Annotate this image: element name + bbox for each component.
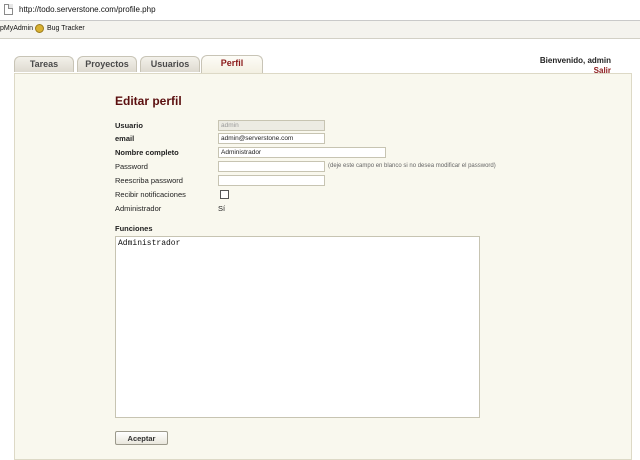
administrador-value: Sí: [218, 204, 226, 213]
administrador-label: Administrador: [115, 204, 162, 213]
notificaciones-label: Recibir notificaciones: [115, 190, 186, 199]
bookmark-phpmyadmin[interactable]: pMyAdmin: [0, 25, 33, 32]
email-field[interactable]: [218, 133, 325, 144]
funciones-label: Funciones: [115, 224, 153, 233]
usuario-label: Usuario: [115, 121, 143, 130]
welcome-text: Bienvenido, admin: [539, 56, 611, 65]
app-container: Tareas Proyectos Usuarios Perfil Bienven…: [0, 39, 640, 460]
aceptar-button[interactable]: Aceptar: [115, 431, 168, 445]
nombre-label: Nombre completo: [115, 148, 179, 157]
password-field[interactable]: [218, 161, 325, 172]
tab-usuarios[interactable]: Usuarios: [140, 56, 200, 72]
repassword-field[interactable]: [218, 175, 325, 186]
funciones-textarea[interactable]: Administrador: [115, 236, 480, 418]
page-title: Editar perfil: [115, 94, 182, 108]
bookmarks-bar: pMyAdmin Bug Tracker: [0, 21, 640, 39]
password-hint: (deje este campo en blanco si no desea m…: [328, 163, 496, 169]
repassword-label: Reescriba password: [115, 176, 183, 185]
email-label: email: [115, 134, 135, 143]
usuario-field: [218, 120, 325, 131]
nombre-field[interactable]: [218, 147, 386, 158]
bookmark-bug-tracker[interactable]: Bug Tracker: [47, 25, 85, 32]
url-text[interactable]: http://todo.serverstone.com/profile.php: [19, 5, 156, 14]
profile-panel: Editar perfil Usuario email Nombre compl…: [14, 73, 632, 460]
page-icon: [4, 4, 13, 15]
tab-perfil[interactable]: Perfil: [201, 55, 263, 73]
bug-icon: [35, 24, 44, 33]
notificaciones-checkbox[interactable]: [220, 190, 229, 199]
password-label: Password: [115, 162, 148, 171]
tab-proyectos[interactable]: Proyectos: [77, 56, 137, 72]
tab-tareas[interactable]: Tareas: [14, 56, 74, 72]
browser-address-bar[interactable]: http://todo.serverstone.com/profile.php: [0, 0, 640, 21]
